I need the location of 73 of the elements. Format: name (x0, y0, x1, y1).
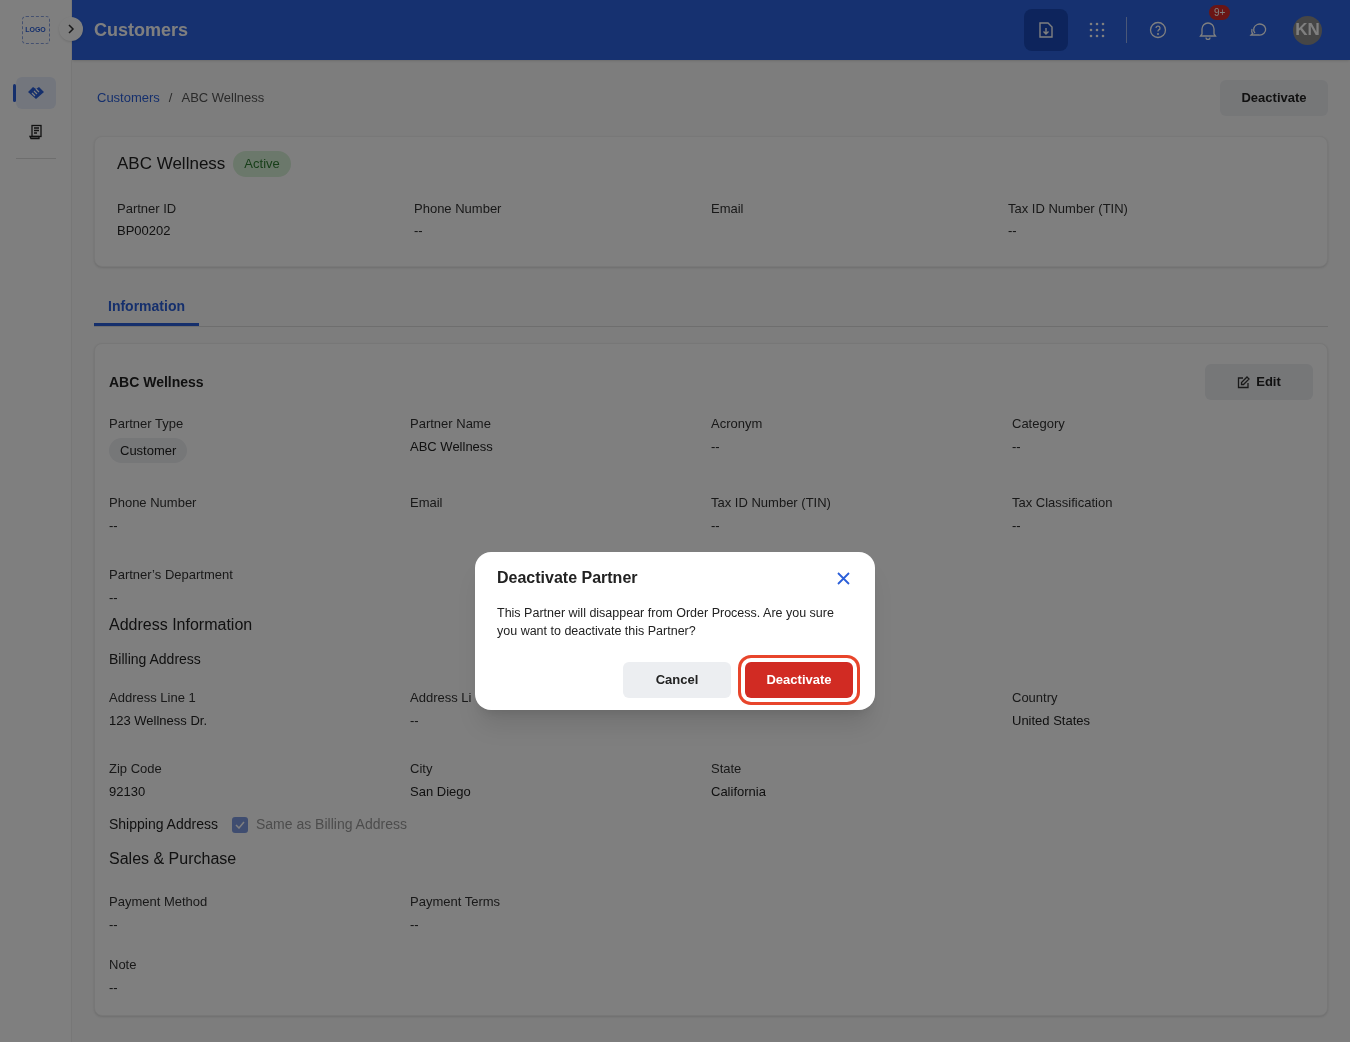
check-icon (234, 820, 245, 829)
field-label: Partner’s Department (109, 566, 233, 584)
field-label: Phone Number (414, 199, 502, 218)
field-value: -- (109, 516, 118, 535)
export-button[interactable] (1024, 9, 1068, 51)
close-icon (836, 571, 850, 585)
edit-icon (1237, 375, 1251, 389)
field-label: Email (711, 199, 744, 218)
field-value: 123 Wellness Dr. (109, 711, 208, 730)
breadcrumb-current: ABC Wellness (181, 89, 265, 108)
field-value: BP00202 (117, 222, 171, 240)
field-value: -- (1012, 437, 1021, 456)
field-label: Partner ID (117, 199, 177, 218)
checkbox[interactable] (231, 816, 248, 833)
field-label: Partner Name (410, 415, 491, 433)
field-value: ABC Wellness (410, 437, 493, 456)
expand-button[interactable] (59, 17, 83, 41)
dialog-message: This Partner will disappear from Order Process. Are you sure you want to deactivate this Partner? (497, 605, 835, 640)
section-title: ABC Wellness (109, 372, 204, 392)
subsection-title: Sales & Purchase (109, 849, 237, 869)
dialog-title: Deactivate Partner (497, 568, 638, 588)
field-label: Payment Terms (410, 893, 501, 911)
field-label: Address Li (410, 689, 472, 707)
field-label: Payment Method (109, 893, 208, 911)
tab[interactable]: Information (94, 289, 199, 326)
field-value: -- (109, 978, 118, 997)
field-value: -- (1012, 516, 1021, 535)
breadcrumb-link[interactable]: Customers (97, 88, 160, 108)
sidebar-item[interactable] (15, 77, 56, 109)
field-value: -- (410, 915, 419, 934)
field-label: Zip Code (109, 760, 162, 778)
field-value: -- (109, 588, 118, 607)
field-label: Note (109, 956, 137, 974)
page-title: Customers (94, 18, 189, 42)
partner-type-chip: Customer (109, 437, 188, 463)
field-label: Phone Number (109, 494, 197, 512)
field-value: San Diego (410, 782, 471, 801)
subsection-title: Shipping Address (109, 815, 218, 834)
chevron-right-icon (67, 24, 75, 34)
field-label: Partner Type (109, 415, 184, 433)
field-value: -- (109, 915, 118, 934)
field-value: -- (414, 222, 423, 240)
deactivate-button[interactable]: Deactivate (1220, 80, 1328, 116)
customer-name: ABC Wellness (117, 153, 226, 175)
breadcrumb-separator: / (168, 89, 173, 108)
field-label: Acronym (711, 415, 763, 433)
field-label: Tax Classification (1012, 494, 1113, 512)
file-download-icon (1039, 21, 1053, 39)
subsection-title: Address Information (109, 615, 253, 635)
field-value: United States (1012, 711, 1091, 730)
bell-icon (1199, 20, 1217, 40)
field-value: California (711, 782, 766, 801)
subsection-title: Billing Address (109, 650, 201, 669)
apps-grid-icon (1089, 22, 1105, 38)
notification-badge: 9+ (1209, 5, 1231, 20)
field-label: Email (410, 494, 443, 512)
field-label: City (410, 760, 433, 778)
field-value: -- (711, 516, 720, 535)
field-label: Tax ID Number (TIN) (1008, 199, 1128, 218)
field-label: Category (1012, 415, 1065, 433)
edit-button[interactable]: Edit (1205, 364, 1313, 400)
field-value: -- (711, 437, 720, 456)
field-label: State (711, 760, 742, 778)
field-label: Country (1012, 689, 1058, 707)
field-value: 92130 (109, 782, 146, 801)
field-value: -- (410, 711, 419, 730)
field-label: Tax ID Number (TIN) (711, 494, 831, 512)
receipt-icon (27, 124, 44, 140)
help-icon (1149, 21, 1167, 39)
field-label: Address Line 1 (109, 689, 196, 707)
status-badge: Active (233, 151, 291, 177)
cancel-button[interactable]: Cancel (623, 662, 731, 698)
field-value: -- (1008, 222, 1017, 240)
